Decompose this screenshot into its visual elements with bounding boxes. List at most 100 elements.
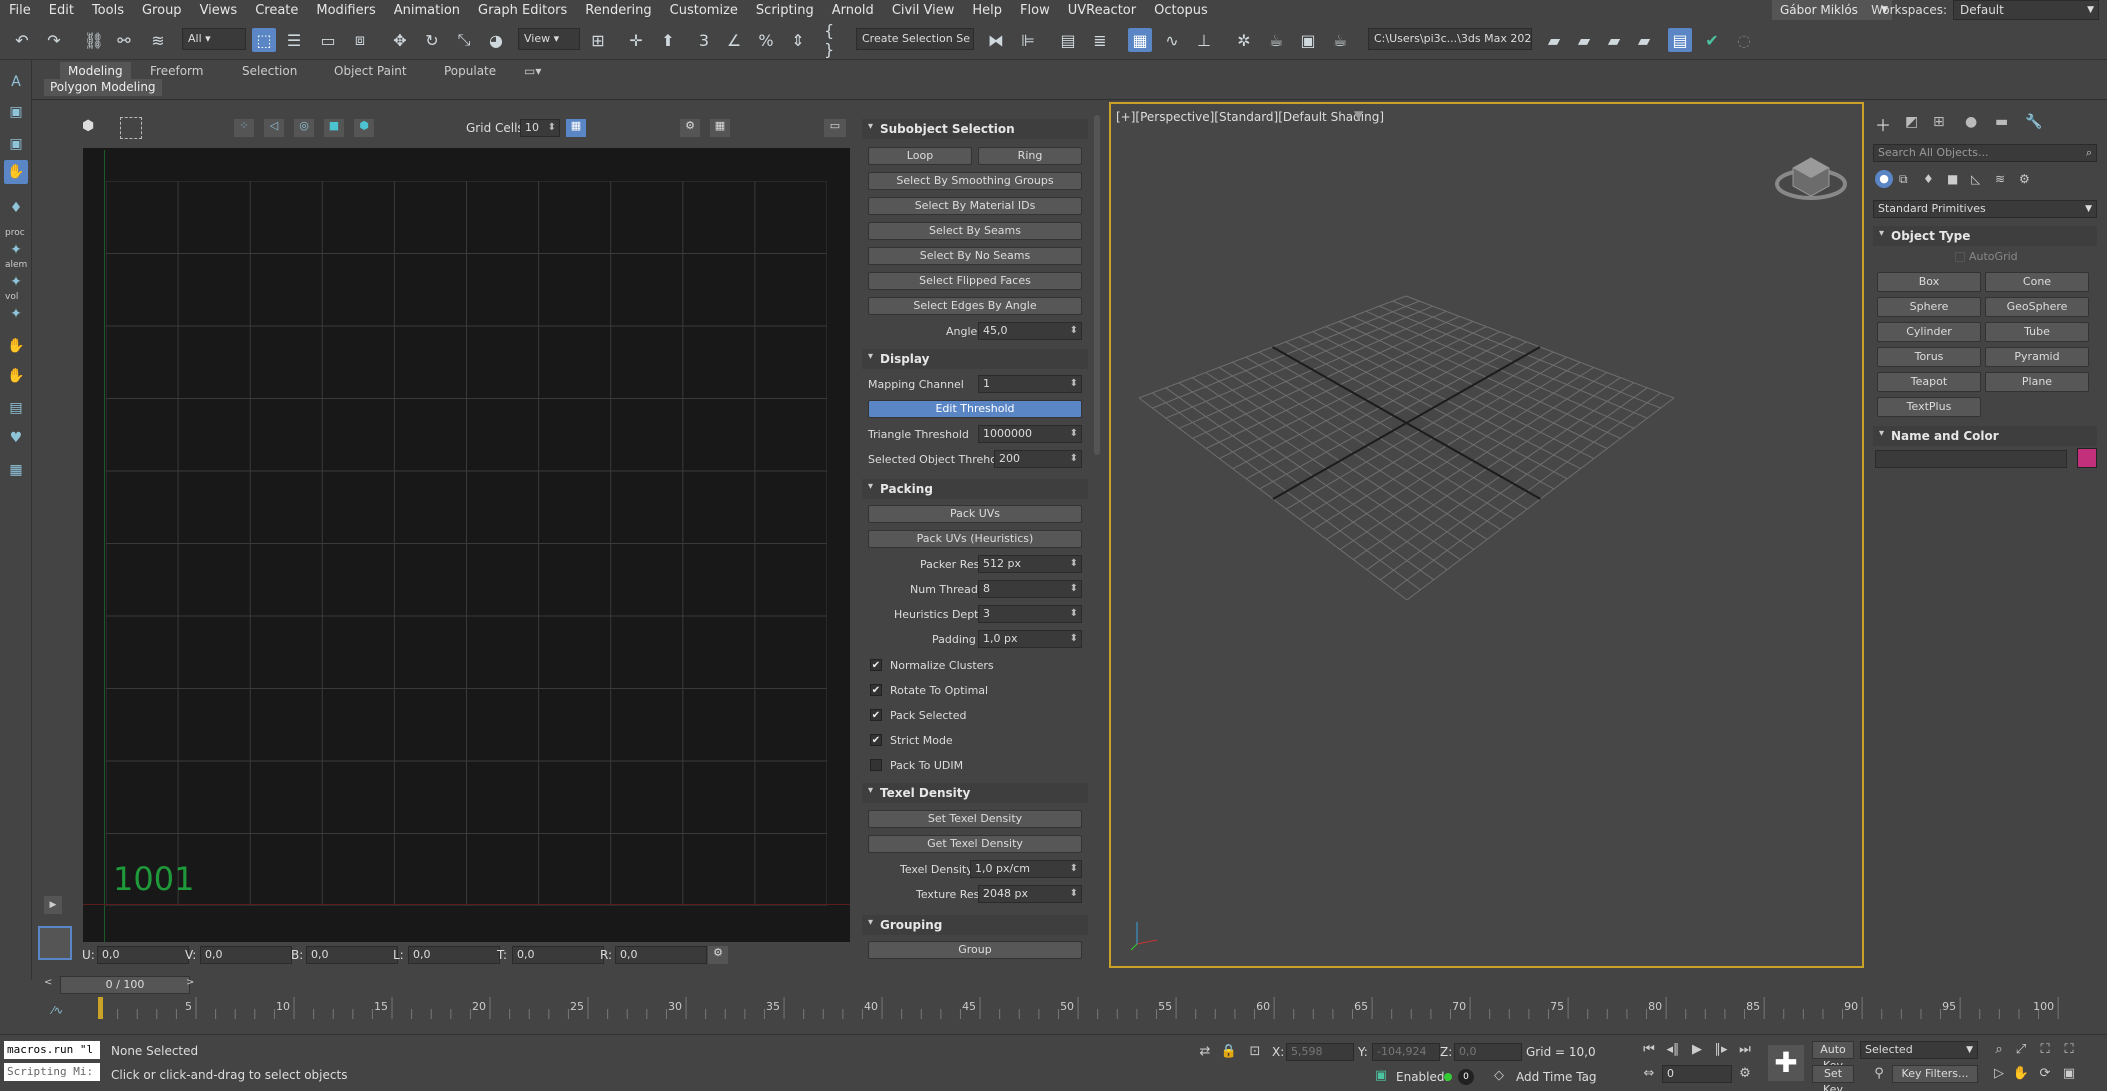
menu-edit[interactable]: Edit — [40, 3, 83, 18]
prev-frame-icon[interactable]: < — [44, 977, 52, 988]
object-color-swatch[interactable] — [2077, 448, 2097, 468]
transform-settings-icon[interactable]: ⚙ — [708, 946, 728, 964]
text-tool-icon[interactable]: A — [4, 70, 28, 94]
texture-res-spinner[interactable]: 2048 px — [978, 885, 1082, 903]
maxscript-listener-input[interactable]: macros.run "l — [4, 1041, 100, 1059]
normalize-clusters-checkbox[interactable]: ✔ — [870, 659, 882, 671]
bind-space-warp-icon[interactable]: ≋ — [146, 28, 170, 52]
keyboard-shortcut-icon[interactable]: ⬆ — [656, 28, 680, 52]
menu-file[interactable]: File — [0, 3, 40, 18]
face-mode-icon[interactable]: ■ — [324, 119, 344, 137]
rotate-icon[interactable]: ↻ — [420, 28, 444, 52]
move-icon[interactable]: ✥ — [388, 28, 412, 52]
tool-icon[interactable]: ▤ — [4, 396, 28, 420]
systems-icon[interactable]: ⚙ — [2019, 172, 2030, 186]
pyramid-button[interactable]: Pyramid — [1985, 347, 2089, 367]
tool-icon[interactable]: ▣ — [4, 100, 28, 124]
cameras-icon[interactable]: ■ — [1947, 172, 1958, 186]
spinner-snap-icon[interactable]: ⇕ — [786, 28, 810, 52]
maxscript-output[interactable]: Scripting Mi: — [4, 1063, 100, 1081]
menu-octopus[interactable]: Octopus — [1145, 3, 1217, 18]
placement-icon[interactable]: ◕ — [484, 28, 508, 52]
vol-icon[interactable]: ✦ — [4, 302, 28, 326]
lock-icon[interactable]: 🔒 — [1220, 1043, 1238, 1061]
toggle-ribbon-icon[interactable]: ▦ — [1128, 28, 1152, 52]
torus-button[interactable]: Torus — [1877, 347, 1981, 367]
autogrid-checkbox[interactable] — [1955, 252, 1965, 262]
adaptive-degradation-icon[interactable]: ▣ — [1372, 1067, 1390, 1085]
tool-d-icon[interactable]: ▰ — [1632, 28, 1656, 52]
menu-animation[interactable]: Animation — [385, 3, 469, 18]
select-flipped-faces-button[interactable]: Select Flipped Faces — [868, 272, 1082, 290]
menu-create[interactable]: Create — [246, 3, 307, 18]
plane-button[interactable]: Plane — [1985, 372, 2089, 392]
heuristics-depth-spinner[interactable]: 3 — [978, 605, 1082, 623]
pan-icon[interactable]: ✋ — [2012, 1065, 2030, 1083]
named-selection-dropdown[interactable]: Create Selection Se ▾ — [856, 28, 974, 50]
angle-snap-icon[interactable]: ∠ — [722, 28, 746, 52]
add-time-tag[interactable]: Add Time Tag — [1516, 1070, 1597, 1084]
set-texel-density-button[interactable]: Set Texel Density — [868, 810, 1082, 828]
settings-icon[interactable]: ⚙ — [680, 119, 700, 137]
zoom-all-icon[interactable]: ⤢ — [2012, 1041, 2030, 1059]
checker-icon[interactable]: ▦ — [710, 119, 730, 137]
space-warps-icon[interactable]: ≋ — [1995, 172, 2005, 186]
z-coordinate-field[interactable]: 0,0 — [1454, 1043, 1522, 1061]
box-button[interactable]: Box — [1877, 272, 1981, 292]
r-field[interactable]: 0,0 — [615, 946, 707, 964]
angle-spinner[interactable]: 45,0 — [978, 322, 1082, 340]
layer-explorer-icon[interactable]: ≣ — [1088, 28, 1112, 52]
tool-b-icon[interactable]: ▰ — [1572, 28, 1596, 52]
material-editor-icon[interactable]: ✲ — [1232, 28, 1256, 52]
play-icon[interactable]: ▶ — [44, 896, 62, 914]
next-frame-icon[interactable]: > — [186, 977, 194, 988]
lights-icon[interactable]: ♦ — [1923, 172, 1934, 186]
menu-group[interactable]: Group — [133, 3, 191, 18]
name-color-header[interactable]: Name and Color — [1873, 426, 2097, 446]
render-production-icon[interactable]: ☕ — [1328, 28, 1352, 52]
align-icon[interactable]: ⊫ — [1016, 28, 1040, 52]
fov-icon[interactable]: ▷ — [1990, 1065, 2008, 1083]
key-mode-icon[interactable]: ⇔ — [1640, 1065, 1658, 1083]
cylinder-button[interactable]: Cylinder — [1877, 322, 1981, 342]
unlink-icon[interactable]: ⚯ — [112, 28, 136, 52]
loop-button[interactable]: Loop — [868, 147, 972, 165]
zoom-extents-all-icon[interactable]: ⛶ — [2060, 1041, 2078, 1059]
panel-toggle-icon[interactable]: ▭ — [824, 119, 846, 137]
select-by-name-icon[interactable]: ☰ — [282, 28, 306, 52]
ref-coord-dropdown[interactable]: View ▾ — [518, 28, 580, 50]
alem-icon[interactable]: ✦ — [4, 270, 28, 294]
object-name-input[interactable] — [1875, 450, 2067, 468]
menu-views[interactable]: Views — [191, 3, 247, 18]
element-mode-icon[interactable]: ⬢ — [354, 119, 374, 137]
object-type-header[interactable]: Object Type — [1873, 226, 2097, 246]
select-edges-angle-button[interactable]: Select Edges By Angle — [868, 297, 1082, 315]
menu-uvreactor[interactable]: UVReactor — [1059, 3, 1145, 18]
menu-flow[interactable]: Flow — [1011, 3, 1059, 18]
absolute-mode-icon[interactable]: ⊡ — [1246, 1043, 1264, 1061]
marquee-select-icon[interactable] — [120, 117, 142, 139]
render-setup-icon[interactable]: ☕ — [1264, 28, 1288, 52]
save-icon[interactable]: ▤ — [1668, 28, 1692, 52]
rect-selection-icon[interactable]: ▭ — [316, 28, 340, 52]
cone-button[interactable]: Cone — [1985, 272, 2089, 292]
geosphere-button[interactable]: GeoSphere — [1985, 297, 2089, 317]
time-tag-icon[interactable]: ◇ — [1490, 1067, 1508, 1085]
tab-object-paint[interactable]: Object Paint — [326, 62, 415, 80]
goto-start-icon[interactable]: ⏮ — [1640, 1041, 1658, 1059]
create-tab-icon[interactable]: ＋ — [1875, 112, 1891, 136]
key-filters-button[interactable]: Key Filters... — [1892, 1065, 1978, 1083]
group-button[interactable]: Group — [868, 941, 1082, 959]
menu-civil-view[interactable]: Civil View — [883, 3, 964, 18]
link-icon[interactable]: ⛓ — [82, 28, 106, 52]
pack-to-udim-checkbox[interactable] — [870, 759, 882, 771]
rendered-frame-icon[interactable]: ▣ — [1296, 28, 1320, 52]
menu-scripting[interactable]: Scripting — [747, 3, 823, 18]
window-crossing-icon[interactable]: ⧈ — [348, 28, 372, 52]
packer-res-spinner[interactable]: 512 px — [978, 555, 1082, 573]
texel-density-spinner[interactable]: 1,0 px/cm — [970, 860, 1082, 878]
modify-tab-icon[interactable]: ◩ — [1905, 114, 1918, 130]
next-key-icon[interactable]: ∥▸ — [1712, 1041, 1730, 1059]
redo-icon[interactable]: ↷ — [42, 28, 66, 52]
curve-toggle-icon[interactable]: ⁄∿ — [52, 1004, 63, 1017]
